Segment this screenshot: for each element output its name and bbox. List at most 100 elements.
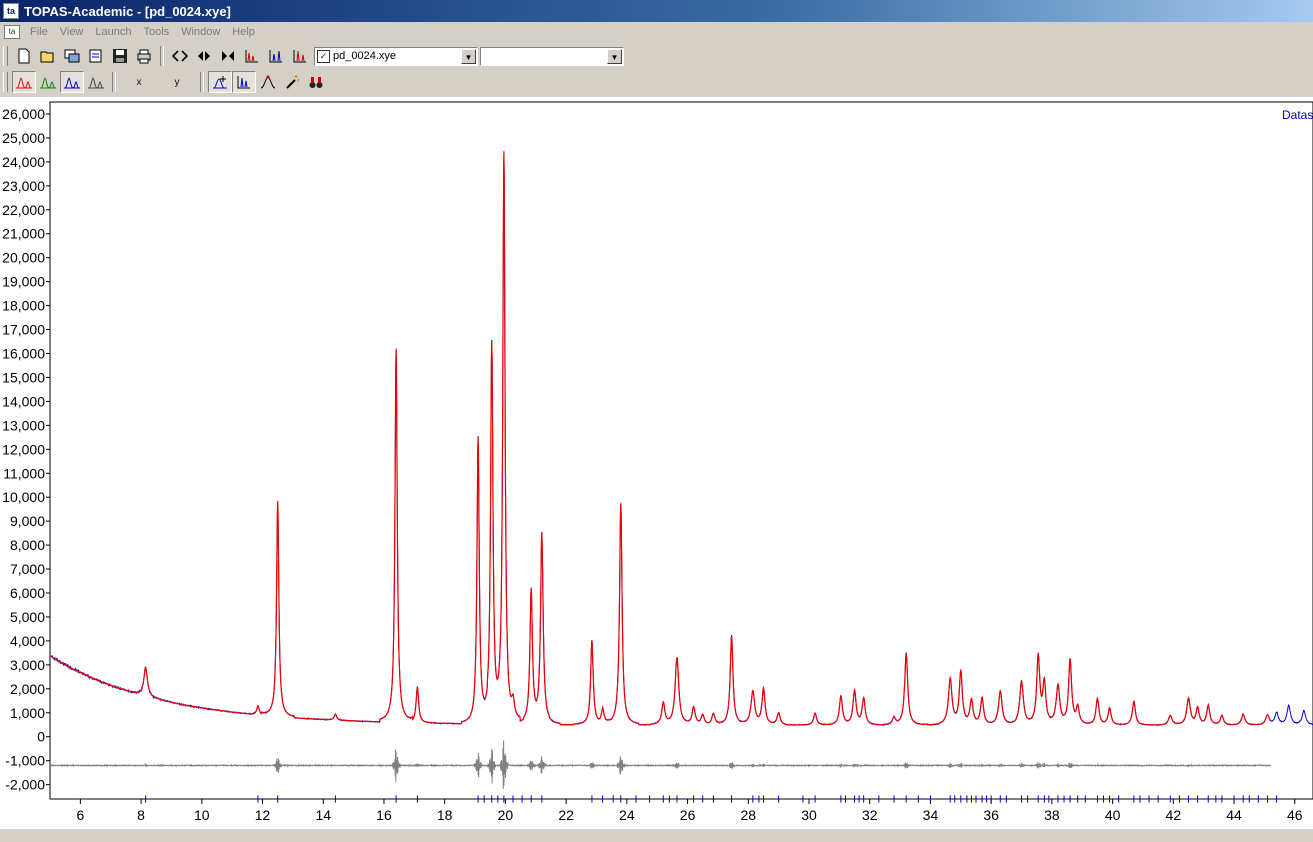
peaks-up-icon [269, 50, 282, 63]
edit-input-button[interactable] [84, 45, 108, 67]
y-tick-label: 9,000 [10, 513, 45, 529]
axes-peaks-icon [237, 76, 250, 89]
save-button[interactable] [108, 45, 132, 67]
peaks-scale-icon [245, 50, 258, 63]
peak-fit-button[interactable] [208, 71, 232, 93]
menu-window[interactable]: Window [175, 26, 226, 38]
dataset-combo[interactable]: ✓ pd_0024.xye ▼ [314, 46, 478, 66]
plot-area[interactable]: 26,000 25,000 24,000 23,000 22,000 21,000 20,0… [0, 97, 1313, 828]
collapse-horizontal-icon [222, 51, 234, 61]
expand-horizontal-icon [172, 50, 188, 62]
search-peaks-button[interactable] [304, 71, 328, 93]
y-tick-label: 26,000 [2, 106, 45, 122]
axes-peaks-button[interactable] [232, 71, 256, 93]
window-title: TOPAS-Academic - [pd_0024.xye] [24, 3, 231, 19]
legend-label: Datas [1282, 108, 1313, 122]
plot-toolbar: x y [0, 69, 352, 95]
toolbar-separator [160, 46, 164, 66]
x-tick-label: 34 [923, 807, 939, 823]
observed-series-line [49, 157, 1313, 727]
y-tick-label: 8,000 [10, 537, 45, 553]
y-tick-label: 17,000 [2, 322, 45, 338]
x-tick-label: 10 [194, 807, 210, 823]
y-tick-label: -1,000 [5, 753, 45, 769]
x-tick-label: 22 [558, 807, 574, 823]
x-axis: 6 8 10 12 14 16 18 20 22 24 26 28 30 32 34 36 38 40 42 44 46 [76, 799, 1303, 823]
pan-x-button[interactable] [192, 45, 216, 67]
x-tick-label: 46 [1287, 807, 1303, 823]
toolbar-grip[interactable] [3, 72, 8, 92]
y-tick-label: 7,000 [10, 561, 45, 577]
secondary-combo[interactable]: ▼ [480, 46, 624, 66]
menu-file[interactable]: File [24, 26, 54, 38]
arrows-left-right-icon [198, 51, 210, 61]
y-tick-label: 1,000 [10, 705, 45, 721]
x-tick-label: 18 [437, 807, 453, 823]
difference-series-line [49, 740, 1271, 789]
x-tick-label: 28 [741, 807, 757, 823]
magic-wand-button[interactable] [280, 71, 304, 93]
windows-icon [64, 49, 80, 63]
chevron-down-icon[interactable]: ▼ [607, 48, 622, 64]
dataset-combo-value: pd_0024.xye [333, 50, 396, 62]
dataset-checkbox[interactable]: ✓ [317, 49, 330, 63]
toolbar-grip[interactable] [3, 46, 8, 66]
x-tick-label: 32 [862, 807, 878, 823]
new-file-icon [18, 48, 30, 64]
x-tick-label: 44 [1226, 807, 1242, 823]
open-file-button[interactable] [36, 45, 60, 67]
menu-help[interactable]: Help [226, 26, 261, 38]
y-tick-label: 21,000 [2, 226, 45, 242]
menu-launch[interactable]: Launch [89, 26, 137, 38]
y-axis: 26,000 25,000 24,000 23,000 22,000 21,000 20,0… [2, 106, 50, 793]
menu-view[interactable]: View [54, 26, 90, 38]
y-tick-label: 24,000 [2, 154, 45, 170]
y-axis-button[interactable]: y [158, 71, 196, 93]
show-difference-button[interactable] [84, 71, 108, 93]
x-tick-label: 42 [1166, 807, 1182, 823]
single-peak-button[interactable] [256, 71, 280, 93]
print-button[interactable] [132, 45, 156, 67]
x-axis-button[interactable]: x [120, 71, 158, 93]
binoculars-icon [309, 77, 323, 88]
single-peak-icon [260, 75, 276, 89]
zoom-in-x-button[interactable] [216, 45, 240, 67]
menu-tools[interactable]: Tools [137, 26, 175, 38]
y-tick-label: 0 [37, 729, 45, 745]
y-tick-label: 19,000 [2, 274, 45, 290]
app-icon[interactable]: ta [3, 3, 19, 19]
plot-scale-up-button[interactable] [264, 45, 288, 67]
y-tick-label: 18,000 [2, 298, 45, 314]
powder-pattern-plot[interactable]: 26,000 25,000 24,000 23,000 22,000 21,000 20,0… [0, 97, 1313, 828]
magic-wand-icon [286, 75, 300, 89]
peaks-down-icon [293, 50, 306, 63]
plot-scale-down-button[interactable] [288, 45, 312, 67]
x-tick-label: 8 [137, 807, 145, 823]
y-tick-label: 11,000 [3, 465, 45, 481]
y-tick-label: -2,000 [5, 777, 45, 793]
green-peaks-icon [40, 77, 56, 89]
y-tick-label: 20,000 [2, 250, 45, 266]
plot-scale-button[interactable] [240, 45, 264, 67]
calculated-series-line [49, 151, 1271, 726]
y-tick-label: 5,000 [10, 609, 45, 625]
menu-bar: ta File View Launch Tools Window Help [0, 22, 1313, 42]
show-calc-button[interactable] [12, 71, 36, 93]
zoom-out-x-button[interactable] [168, 45, 192, 67]
y-tick-label: 10,000 [2, 489, 45, 505]
y-tick-label: 25,000 [2, 130, 45, 146]
red-peaks-icon [16, 77, 32, 89]
gray-peaks-icon [88, 77, 104, 89]
chevron-down-icon[interactable]: ▼ [461, 48, 476, 64]
x-tick-label: 20 [498, 807, 514, 823]
new-file-button[interactable] [12, 45, 36, 67]
show-background-button[interactable] [36, 71, 60, 93]
save-disk-icon [113, 49, 127, 63]
y-tick-label: 13,000 [2, 417, 45, 433]
open-folder-icon [40, 51, 54, 63]
y-tick-label: 22,000 [2, 202, 45, 218]
show-observed-button[interactable] [60, 71, 84, 93]
document-system-menu-icon[interactable]: ta [4, 25, 20, 39]
x-tick-label: 6 [76, 807, 84, 823]
launch-button[interactable] [60, 45, 84, 67]
